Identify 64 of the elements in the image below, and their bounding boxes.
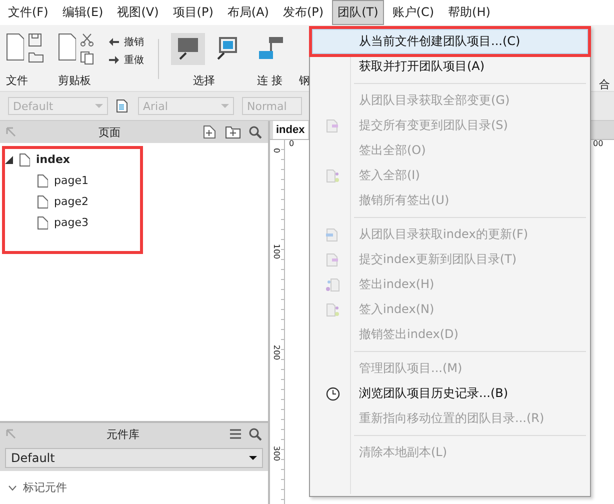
menu-item[interactable]: 获取并打开团队项目(A) [312,54,588,79]
select-contain-icon[interactable] [215,37,237,61]
document-arrow-icon [326,228,340,242]
redo-icon[interactable] [108,55,120,65]
menu-item[interactable]: 发布(P) [276,0,330,25]
select-intersect-icon[interactable] [177,37,199,61]
ruler-label: 0 [289,139,294,148]
toolbar-label: 合 [599,77,611,91]
page-icon [37,216,48,230]
menu-item[interactable]: 文件(F) [2,0,54,25]
ruler-label: 300 [272,446,282,462]
clock-icon [326,386,340,400]
tree-item[interactable]: page3 [54,216,88,229]
new-page-icon[interactable] [6,33,24,61]
menu-item[interactable]: 编辑(E) [56,0,110,25]
save-icon[interactable] [28,33,42,47]
search-icon[interactable] [249,126,262,138]
toolbar-label: 文件 [6,73,28,88]
document-dots-icon [326,168,340,182]
page-icon [37,174,48,188]
paint-format-icon[interactable] [116,99,130,113]
redo-label[interactable]: 重做 [124,53,144,67]
toolbar-label: 选择 [192,73,215,88]
undo-label[interactable]: 撤销 [124,35,144,49]
add-folder-icon[interactable] [225,125,241,139]
menu-item[interactable]: 团队(T) [332,0,384,25]
scissors-icon[interactable] [80,33,94,47]
toolbar-label: 连 接 [257,73,282,88]
menu-item[interactable]: 帮助(H) [442,0,496,25]
ruler-label: 100 [272,244,282,260]
menu-icon[interactable] [230,429,241,439]
copy-icon[interactable] [80,51,94,65]
panel-title: 页面 [98,124,122,140]
library-dropdown[interactable]: Default [5,448,263,468]
document-arrow-icon [326,118,340,132]
ruler-label: 00 [593,139,604,148]
page-icon[interactable] [58,33,76,61]
ruler-label: 200 [272,344,282,360]
toolbar-label: 钢 [299,73,310,88]
chevron-icon[interactable] [8,484,17,490]
collapse-triangle-icon[interactable] [5,156,13,164]
page-tab[interactable]: index [273,121,308,139]
page-icon [19,152,30,166]
document-arrow-icon [326,252,340,266]
section-header[interactable]: 标记元件 [23,480,67,495]
folder-icon[interactable] [28,51,44,63]
document-dots-icon [326,302,340,316]
search-icon[interactable] [249,428,262,440]
tree-item[interactable]: page2 [54,195,88,208]
menu-item[interactable]: 账户(C) [386,0,440,25]
undo-icon[interactable] [108,37,120,47]
menu-item[interactable]: 从当前文件创建团队项目...(C) [312,29,588,54]
menu-item[interactable]: 项目(P) [166,0,220,25]
tree-item[interactable]: index [36,153,70,166]
tree-item[interactable]: page1 [54,174,88,187]
panel-title: 元件库 [106,426,140,442]
menu-item[interactable]: 布局(A) [221,0,275,25]
add-page-icon[interactable] [203,125,217,139]
document-dots-icon [326,278,340,292]
menu-item[interactable]: 浏览团队项目历史记录...(B) [312,381,588,406]
toolbar-label: 剪贴板 [58,73,91,88]
page-icon [37,194,48,208]
menu-item[interactable]: 视图(V) [111,0,165,25]
ruler-label: 0 [272,148,282,154]
